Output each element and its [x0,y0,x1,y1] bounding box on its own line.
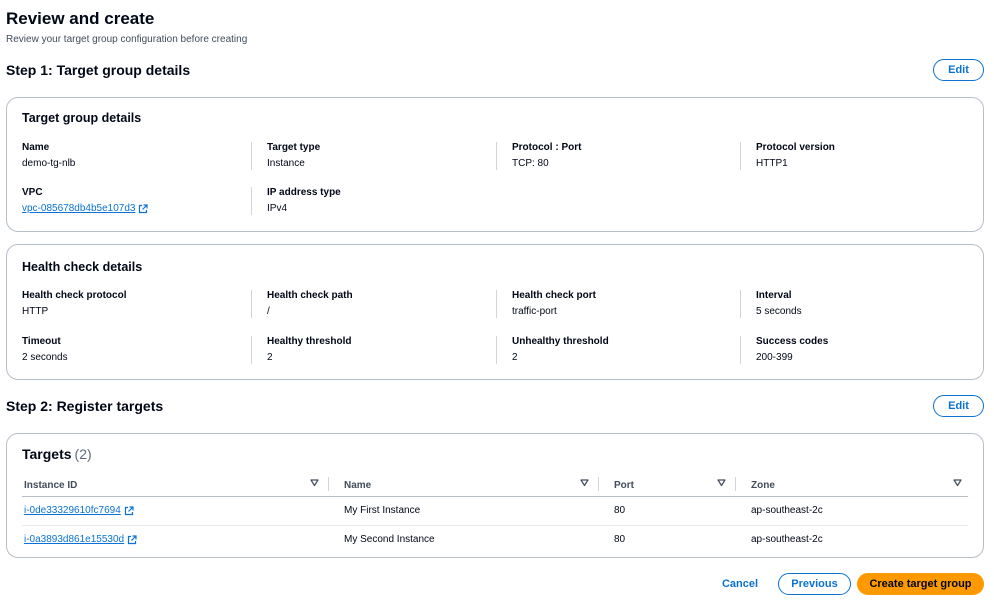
field-label: Name [22,142,50,153]
field-label: Protocol version [756,142,835,153]
instance-port: 80 [614,534,626,545]
caret-down-icon[interactable] [717,478,726,487]
external-link-icon [124,505,134,515]
step2-title: Step 2: Register targets [6,398,164,414]
instance-id-link[interactable]: i-0de33329610fc7694 [24,505,134,516]
field-label: Unhealthy threshold [512,336,609,347]
vpc-link[interactable]: vpc-085678db4b5e107d3 [22,203,149,215]
card-title: Target group details [22,111,142,125]
field-value: Instance [267,158,305,169]
field-vpc: VPC vpc-085678db4b5e107d3 [7,187,251,215]
targets-title: Targets (2) [22,446,92,462]
field-value: 2 seconds [22,352,68,363]
target-group-details-card: Target group details Name demo-tg-nlb Ta… [6,97,984,232]
field-value: 200-399 [756,352,793,363]
targets-count: (2) [74,446,92,462]
field-value: / [267,306,270,317]
field-label: Health check port [512,290,596,301]
field-value: 5 seconds [756,306,802,317]
field-label: Target type [267,142,321,153]
field-label: Healthy threshold [267,336,352,347]
column-header-name[interactable]: Name [344,474,371,496]
instance-name: My First Instance [344,505,421,516]
external-link-icon [139,204,149,214]
instance-id: i-0de33329610fc7694 [24,505,121,516]
field-label: Health check protocol [22,290,127,301]
field-interval: Interval 5 seconds [740,290,984,318]
field-value: TCP: 80 [512,158,549,169]
field-target-type: Target type Instance [251,142,495,170]
field-success-codes: Success codes 200-399 [740,336,984,364]
instance-zone: ap-southeast-2c [751,534,823,545]
caret-down-icon[interactable] [310,478,319,487]
field-value: HTTP [22,306,49,317]
instance-zone: ap-southeast-2c [751,505,823,516]
field-name: Name demo-tg-nlb [7,142,251,170]
field-health-protocol: Health check protocol HTTP [7,290,251,318]
card-title: Health check details [22,260,143,274]
field-ip-type: IP address type IPv4 [251,187,495,215]
instance-name: My Second Instance [344,534,435,545]
row-divider [22,525,968,526]
external-link-icon [128,534,137,544]
targets-heading: Targets [22,446,72,462]
create-target-group-button[interactable]: Create target group [857,573,984,595]
field-timeout: Timeout 2 seconds [7,336,251,364]
column-header-zone[interactable]: Zone [751,474,775,496]
cancel-button[interactable]: Cancel [714,573,766,595]
page-subtitle: Review your target group configuration b… [6,34,248,45]
field-protocol-port: Protocol : Port TCP: 80 [496,142,740,170]
column-divider[interactable] [328,477,329,491]
caret-down-icon[interactable] [953,478,962,487]
step1-edit-button[interactable]: Edit [933,59,984,81]
field-value: HTTP1 [756,158,788,169]
field-label: Protocol : Port [512,142,582,153]
field-label: Success codes [756,336,829,347]
caret-down-icon[interactable] [580,478,589,487]
field-healthy-threshold: Healthy threshold 2 [251,336,495,364]
instance-id-link[interactable]: i-0a3893d861e15530d [24,534,137,545]
field-unhealthy-threshold: Unhealthy threshold 2 [496,336,740,364]
field-label: Timeout [22,336,61,347]
field-value: demo-tg-nlb [22,158,76,169]
instance-port: 80 [614,505,626,516]
field-label: Health check path [267,290,353,301]
field-health-path: Health check path / [251,290,495,318]
column-header-instance-id[interactable]: Instance ID [24,474,77,496]
page-title: Review and create [6,9,155,28]
table-header-divider [22,496,968,497]
field-label: VPC [22,187,43,198]
column-divider[interactable] [598,477,599,491]
vpc-id: vpc-085678db4b5e107d3 [22,203,136,214]
column-divider[interactable] [735,477,736,491]
instance-id: i-0a3893d861e15530d [24,534,125,545]
field-label: Interval [756,290,792,301]
step2-edit-button[interactable]: Edit [933,395,984,417]
field-value: 2 [512,352,518,363]
targets-card: Targets (2) Instance ID Name Port Zone i-… [6,433,984,558]
column-header-port[interactable]: Port [614,474,634,496]
health-check-details-card: Health check details Health check protoc… [6,244,984,380]
field-value: traffic-port [512,306,557,317]
field-value: IPv4 [267,203,288,214]
step1-title: Step 1: Target group details [6,62,191,78]
previous-button[interactable]: Previous [778,573,851,595]
field-label: IP address type [267,187,341,198]
field-protocol-version: Protocol version HTTP1 [740,142,984,170]
field-health-port: Health check port traffic-port [496,290,740,318]
field-value: 2 [267,352,273,363]
